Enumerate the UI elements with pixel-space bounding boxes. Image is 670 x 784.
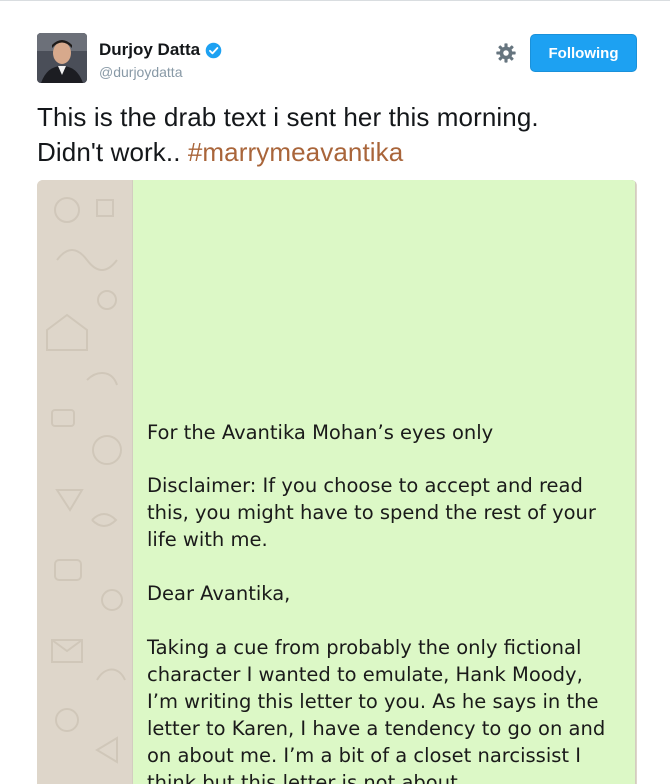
- author-handle[interactable]: @durjoydatta: [99, 64, 182, 80]
- verified-badge-icon: [205, 42, 222, 58]
- avatar-photo: [37, 33, 87, 83]
- tweet-text: This is the drab text i sent her this mo…: [37, 100, 637, 170]
- tweet-media-image[interactable]: For the Avantika Mohan’s eyes only Discl…: [37, 180, 637, 784]
- message-line-title: For the Avantika Mohan’s eyes only: [147, 421, 494, 444]
- tweet-text-line1: This is the drab text i sent her this mo…: [37, 102, 539, 132]
- tweet-card: Durjoy Datta @durjoydatta Following This…: [0, 0, 670, 784]
- message-disclaimer: Disclaimer: If you choose to accept and …: [147, 474, 596, 551]
- hashtag-link[interactable]: #marrymeavantika: [188, 137, 403, 167]
- following-button[interactable]: Following: [530, 34, 637, 72]
- avatar[interactable]: [37, 33, 87, 83]
- author-name-text[interactable]: Durjoy Datta: [99, 40, 200, 60]
- gear-icon[interactable]: [495, 42, 517, 64]
- message-body: Taking a cue from probably the only fict…: [147, 636, 606, 784]
- tweet-text-line2: Didn't work..: [37, 137, 181, 167]
- message-salutation: Dear Avantika,: [147, 582, 291, 605]
- author-name[interactable]: Durjoy Datta: [99, 40, 222, 60]
- chat-message-bubble: For the Avantika Mohan’s eyes only Discl…: [133, 180, 635, 784]
